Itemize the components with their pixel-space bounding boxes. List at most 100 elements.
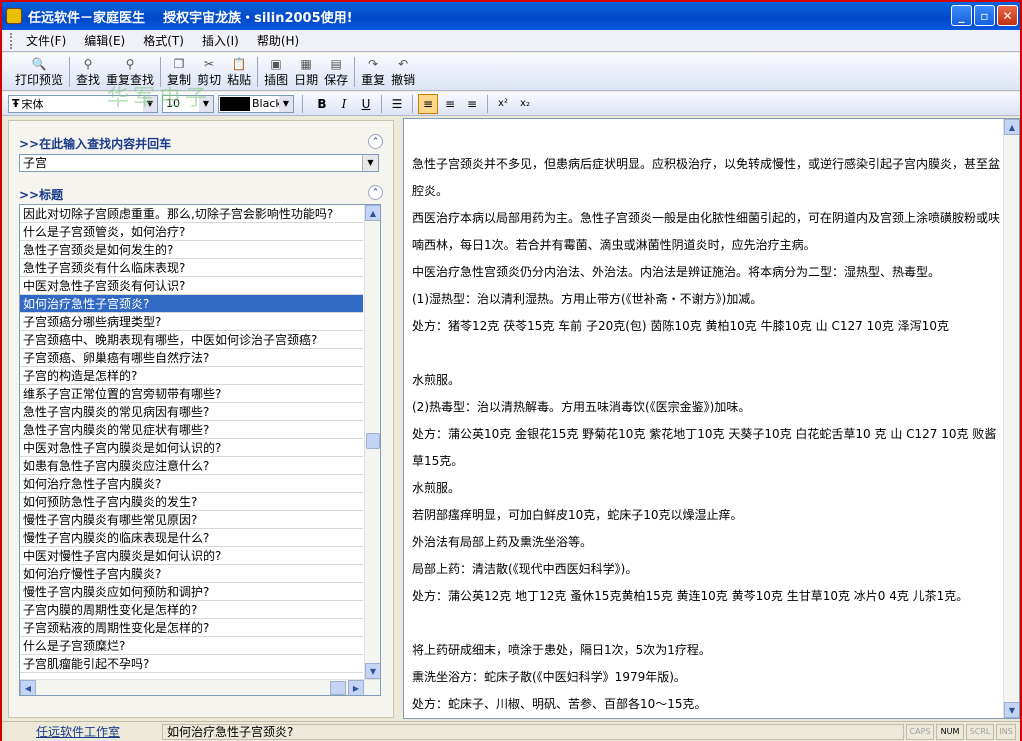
scroll-thumb[interactable] — [366, 433, 380, 449]
bold-button[interactable]: B — [312, 94, 332, 114]
scroll-down-icon[interactable]: ▼ — [365, 663, 380, 679]
title-list-item[interactable]: 子宫颈癌中、晚期表现有哪些，中医如何诊治子宫颈癌? — [20, 331, 363, 349]
color-select[interactable]: Black ▼ — [218, 94, 294, 113]
date-button[interactable]: ▦ 日期 — [294, 57, 318, 88]
align-left-button[interactable]: ≡ — [418, 93, 438, 114]
save-label: 保存 — [324, 73, 349, 87]
underline-button[interactable]: U — [356, 94, 376, 114]
title-list-item[interactable]: 子宫的构造是怎样的? — [20, 367, 363, 385]
scroll-up-icon[interactable]: ▲ — [1004, 119, 1019, 135]
chevron-down-icon[interactable]: ▼ — [362, 155, 378, 171]
title-list-item[interactable]: 急性子宫内膜炎的常见症状有哪些? — [20, 421, 363, 439]
menu-edit[interactable]: 编辑(E) — [75, 32, 134, 49]
collapse-icon[interactable]: ⌃ — [368, 134, 383, 149]
title-list-item[interactable]: 子宫颈粘液的周期性变化是怎样的? — [20, 619, 363, 637]
scroll-up-icon[interactable]: ▲ — [365, 205, 380, 221]
scroll-down-icon[interactable]: ▼ — [1004, 702, 1019, 718]
binoculars-icon: ⚲ — [125, 57, 135, 71]
content-paragraph: 水煎服。 — [412, 373, 461, 387]
minimize-button[interactable]: _ — [951, 5, 972, 26]
panel-splitter[interactable] — [396, 120, 402, 718]
title-list-item[interactable]: 急性子宫颈炎是如何发生的? — [20, 241, 363, 259]
title-list-item[interactable]: 急性子宫内膜炎的常见病因有哪些? — [20, 403, 363, 421]
superscript-button[interactable]: x² — [493, 94, 513, 114]
find-label: 查找 — [76, 73, 101, 87]
find-button[interactable]: ⚲ 查找 — [76, 57, 100, 88]
num-indicator: NUM — [936, 723, 964, 740]
caps-indicator: CAPS — [906, 723, 934, 740]
menu-format[interactable]: 格式(T) — [134, 32, 193, 49]
vertical-scrollbar[interactable]: ▲ ▼ — [364, 205, 380, 679]
content-paragraph: 处方：猪苓12克 茯苓15克 车前 子20克(包) 茵陈10克 黄柏10克 牛膝… — [412, 319, 949, 333]
title-list-item[interactable]: 什么是子宫颈管炎，如何治疗? — [20, 223, 363, 241]
save-button[interactable]: ▤ 保存 — [324, 57, 348, 88]
title-list-item[interactable]: 如何治疗急性子宫颈炎? — [20, 295, 363, 313]
chevron-down-icon[interactable]: ▼ — [279, 95, 293, 112]
align-left-icon: ≡ — [422, 96, 434, 111]
toolbar-separator — [487, 94, 488, 113]
title-list-item[interactable]: 子宫内膜的周期性变化是怎样的? — [20, 601, 363, 619]
window-title: 任远软件－家庭医生 授权宇宙龙族・silin2005使用! — [28, 10, 353, 26]
title-list-item[interactable]: 子宫肌瘤能引起不孕吗? — [20, 655, 363, 673]
scroll-right-icon[interactable]: ▶ — [348, 680, 364, 695]
title-bar[interactable]: 任远软件－家庭医生 授权宇宙龙族・silin2005使用! _ ▫ ✕ — [2, 2, 1020, 30]
menu-insert[interactable]: 插入(I) — [193, 32, 248, 49]
title-list-item[interactable]: 急性子宫颈炎有什么临床表现? — [20, 259, 363, 277]
title-list-item[interactable]: 子宫颈癌、卵巢癌有哪些自然疗法? — [20, 349, 363, 367]
print-preview-icon: 🔍 — [31, 57, 47, 71]
bullet-list-icon: ☰ — [391, 96, 403, 111]
title-list-item[interactable]: 因此对切除子宫顾虑重重。那么,切除子宫会影响性功能吗? — [20, 205, 363, 223]
maximize-button[interactable]: ▫ — [974, 5, 995, 26]
title-list-item[interactable]: 子宫颈癌分哪些病理类型? — [20, 313, 363, 331]
title-list-item[interactable]: 慢性子宫内膜炎应如何预防和调护? — [20, 583, 363, 601]
image-icon: ▣ — [270, 57, 282, 71]
redo-button[interactable]: ↷ 重复 — [361, 57, 385, 88]
horizontal-scrollbar[interactable]: ◀ ▶ — [20, 679, 380, 695]
title-list-item[interactable]: 如何治疗急性子宫内膜炎? — [20, 475, 363, 493]
print-preview-button[interactable]: 🔍 打印预览 — [15, 57, 63, 88]
company-link[interactable]: 任远软件工作室 — [2, 723, 162, 740]
title-list-item[interactable]: 慢性子宫内膜炎有哪些常见原因? — [20, 511, 363, 529]
title-list-item[interactable]: 如何治疗慢性子宫内膜炎? — [20, 565, 363, 583]
undo-icon: ↶ — [398, 57, 409, 71]
search-header: >>在此输入查找内容并回车 — [19, 137, 172, 151]
toolbar-separator — [412, 94, 413, 113]
title-list-item[interactable]: 中医对慢性子宫内膜炎是如何认识的? — [20, 547, 363, 565]
content-paragraph: (1)湿热型：治以清利湿热。方用止带方(《世补斋・不谢方》)加减。 — [412, 292, 763, 306]
align-center-button[interactable]: ≡ — [440, 94, 460, 114]
title-list-item[interactable]: 如何预防急性子宫内膜炎的发生? — [20, 493, 363, 511]
search-value: 子宫 — [23, 156, 48, 170]
content-paragraph: 急性子宫颈炎并不多见，但患病后症状明显。应积极治疗，以免转成慢性，或逆行感染引起… — [412, 157, 1001, 198]
insert-image-button[interactable]: ▣ 插图 — [264, 57, 288, 88]
title-list-item[interactable]: 中医对急性子宫内膜炎是如何认识的? — [20, 439, 363, 457]
title-list-item[interactable]: 什么是子宫颈糜烂? — [20, 637, 363, 655]
title-list-item[interactable]: 中医对急性子宫颈炎有何认识? — [20, 277, 363, 295]
search-input[interactable]: 子宫 ▼ — [19, 154, 379, 172]
binoculars-icon: ⚲ — [83, 57, 93, 71]
title-list-item[interactable]: 慢性子宫内膜炎的临床表现是什么? — [20, 529, 363, 547]
title-list[interactable]: 因此对切除子宫顾虑重重。那么,切除子宫会影响性功能吗? 什么是子宫颈管炎，如何治疗… — [19, 204, 381, 696]
title-list-item[interactable]: 如患有急性子宫内膜炎应注意什么? — [20, 457, 363, 475]
collapse-icon[interactable]: ⌃ — [368, 185, 383, 200]
italic-button[interactable]: I — [334, 94, 354, 114]
watermark: 华军电子 — [107, 86, 212, 111]
menu-help[interactable]: 帮助(H) — [248, 32, 308, 49]
toolbar-separator — [69, 57, 71, 87]
content-scrollbar[interactable]: ▲ ▼ — [1003, 119, 1019, 718]
grip-handle[interactable] — [10, 32, 13, 49]
toolbar-separator — [354, 57, 356, 87]
align-right-button[interactable]: ≡ — [462, 94, 482, 114]
subscript-button[interactable]: x₂ — [515, 94, 535, 114]
menu-bar: 文件(F) 编辑(E) 格式(T) 插入(I) 帮助(H) — [2, 30, 1020, 52]
status-message: 如何治疗急性子宫颈炎? — [162, 723, 904, 740]
ins-indicator: INS — [996, 723, 1016, 740]
undo-button[interactable]: ↶ 撤销 — [391, 57, 415, 88]
paste-button[interactable]: 📋 粘贴 — [227, 57, 251, 88]
hscroll-thumb[interactable] — [330, 681, 346, 695]
menu-file[interactable]: 文件(F) — [17, 32, 75, 49]
content-pane[interactable]: 急性子宫颈炎并不多见，但患病后症状明显。应积极治疗，以免转成慢性，或逆行感染引起… — [403, 118, 1020, 719]
scroll-left-icon[interactable]: ◀ — [20, 680, 36, 695]
close-button[interactable]: ✕ — [997, 5, 1018, 26]
bullet-list-button[interactable]: ☰ — [387, 94, 407, 114]
title-list-item[interactable]: 维系子宫正常位置的宫旁韧带有哪些? — [20, 385, 363, 403]
